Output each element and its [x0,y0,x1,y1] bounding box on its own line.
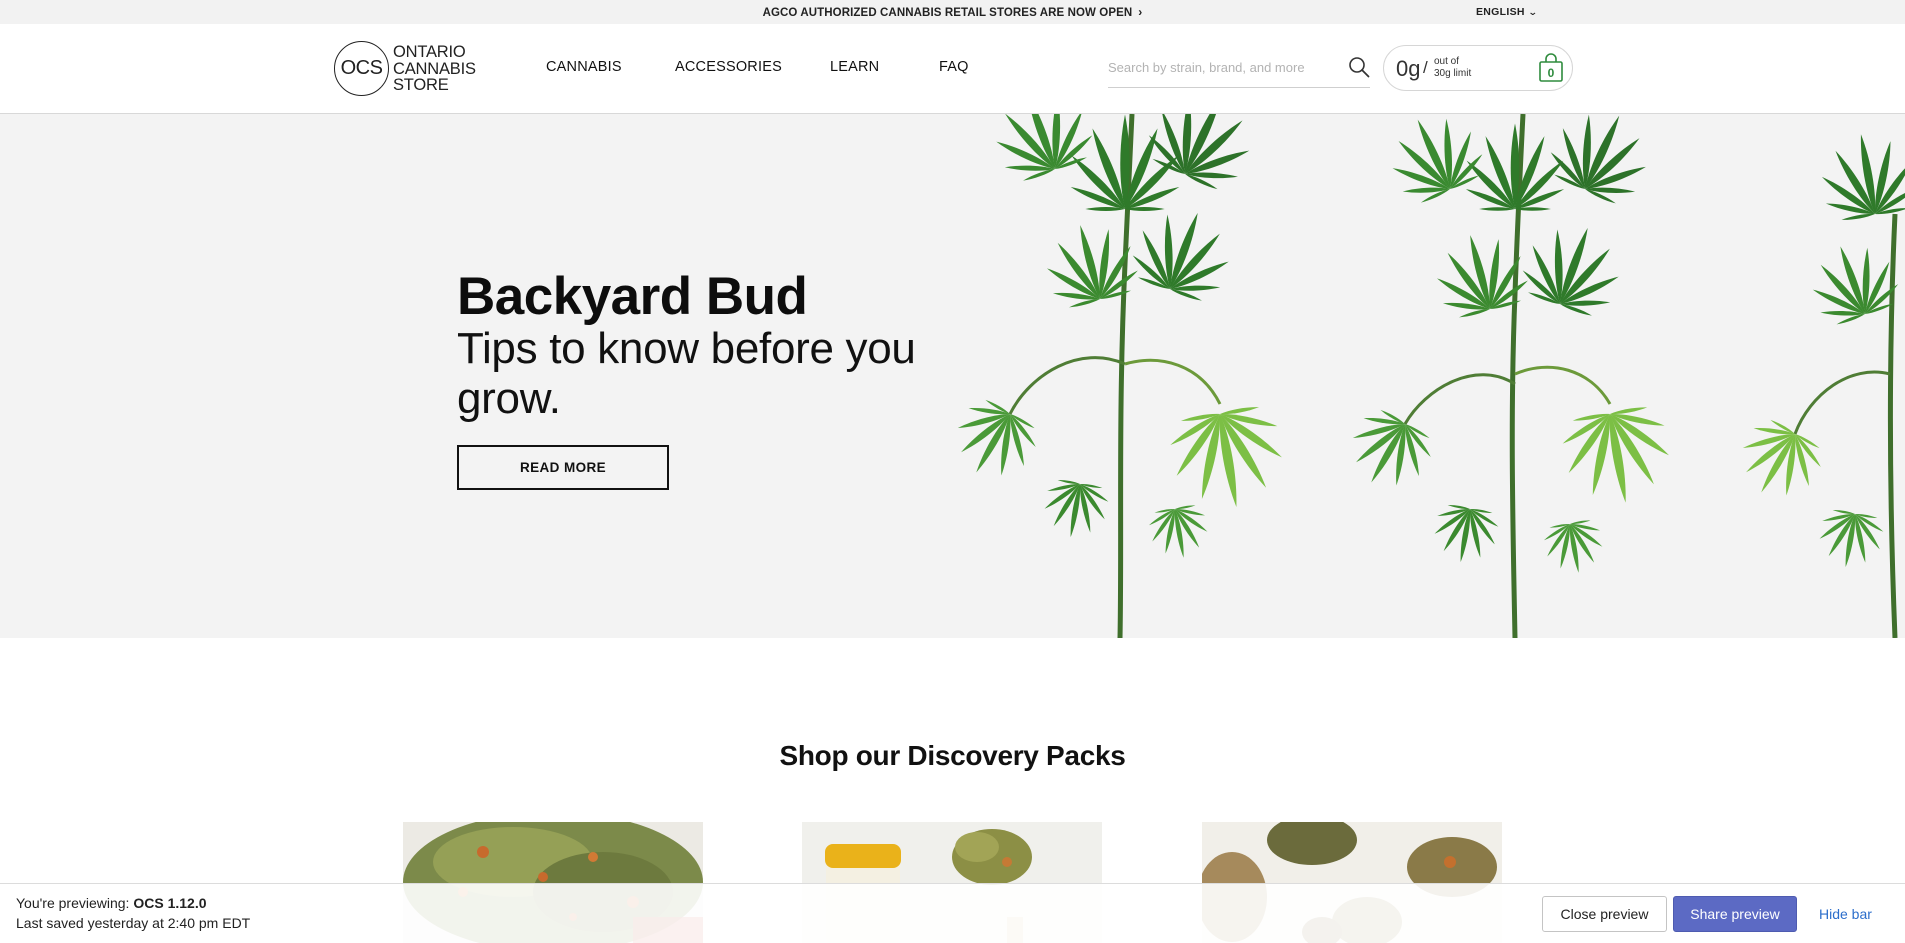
logo-line-3: STORE [393,76,449,94]
nav-learn[interactable]: LEARN [830,59,879,75]
cart-limit: out of 30g limit [1434,56,1471,80]
logo-mark: OCS [334,41,389,96]
search-input[interactable]: Search by strain, brand, and more [1108,60,1305,75]
chevron-down-icon: ⌄ [1527,7,1538,17]
hero-banner: Backyard Bud Tips to know before you gro… [0,114,1905,638]
hide-bar-link[interactable]: Hide bar [1819,906,1872,922]
search-icon[interactable] [1348,56,1370,78]
logo-line-2: CANNABIS [393,59,476,78]
announcement-text: AGCO AUTHORIZED CANNABIS RETAIL STORES A… [762,7,1133,19]
nav-cannabis[interactable]: CANNABIS [546,59,622,75]
cart-count: 0 [1548,66,1555,80]
last-saved-text: Last saved yesterday at 2:40 pm EDT [16,915,251,931]
language-label: ENGLISH [1476,6,1525,18]
hero-title: Backyard Bud [457,267,808,326]
nav-faq[interactable]: FAQ [939,59,969,75]
site-logo[interactable]: OCS ONTARIO CANNABIS STORE [334,41,494,97]
preview-status: You're previewing: OCS 1.12.0 [16,895,207,911]
announcement-bar: AGCO AUTHORIZED CANNABIS RETAIL STORES A… [0,0,1905,24]
cart-limit-widget[interactable]: 0g / out of 30g limit 0 [1383,45,1573,91]
read-more-button[interactable]: READ MORE [457,445,669,490]
search-field[interactable]: Search by strain, brand, and more [1108,44,1370,88]
logo-wordmark: ONTARIO CANNABIS STORE [393,44,476,94]
cart-grams: 0g [1396,56,1421,81]
shopping-bag-icon[interactable]: 0 [1537,53,1565,83]
preview-bar: You're previewing: OCS 1.12.0 Last saved… [0,883,1905,943]
nav-accessories[interactable]: ACCESSORIES [675,59,782,75]
site-header: OCS ONTARIO CANNABIS STORE CANNABIS ACCE… [0,24,1905,114]
preview-prefix: You're previewing: [16,895,130,911]
chevron-right-icon: › [1138,5,1143,19]
discovery-packs-heading: Shop our Discovery Packs [779,740,1126,771]
share-preview-button[interactable]: Share preview [1673,896,1797,932]
cart-limit-line-2: 30g limit [1434,68,1472,79]
cart-limit-line-1: out of [1434,56,1460,67]
hero-subtitle: Tips to know before you grow. [457,324,916,423]
close-preview-button[interactable]: Close preview [1542,896,1667,932]
cannabis-plants-image [930,114,1905,638]
logo-line-1: ONTARIO [393,43,466,61]
language-selector[interactable]: ENGLISH ⌄ [1476,6,1537,18]
preview-version: OCS 1.12.0 [133,895,207,911]
cart-separator: / [1423,58,1428,77]
announcement-link[interactable]: AGCO AUTHORIZED CANNABIS RETAIL STORES A… [0,5,1905,19]
